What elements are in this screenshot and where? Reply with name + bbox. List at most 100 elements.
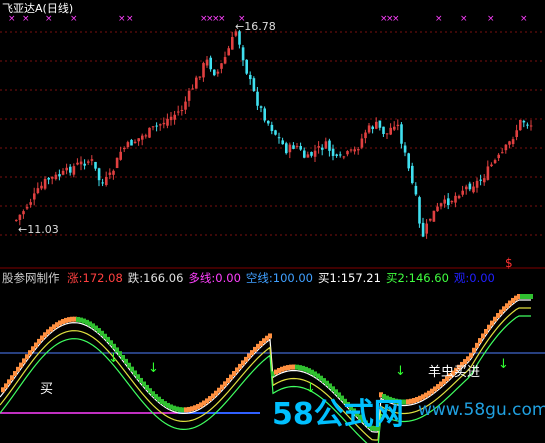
candle-body xyxy=(497,154,500,159)
candle-body xyxy=(209,57,212,70)
stock-name: 飞亚达A xyxy=(2,2,43,15)
candle-body xyxy=(43,178,47,189)
candle-body xyxy=(457,195,461,199)
indicator-item: 多线:0.00 xyxy=(188,271,241,285)
candle-body xyxy=(65,167,68,171)
candle-body xyxy=(256,91,259,106)
candle-body xyxy=(324,141,328,149)
candle-body xyxy=(213,69,216,76)
candle-body xyxy=(238,31,241,45)
candle-body xyxy=(144,135,148,137)
indicator-item: 买1:157.21 xyxy=(318,271,381,285)
signal-marker: $ xyxy=(505,256,513,270)
oscillator-block xyxy=(481,333,485,339)
candle-body xyxy=(123,147,126,150)
candle-body xyxy=(421,222,425,237)
oscillator-block xyxy=(529,294,533,299)
candle-body xyxy=(339,154,342,156)
down-arrow-icon: ↓ xyxy=(148,361,159,376)
candle-body xyxy=(36,188,40,194)
candle-body xyxy=(108,172,112,175)
candle-body xyxy=(396,124,400,127)
candle-body xyxy=(371,126,374,130)
candle-body xyxy=(349,149,353,151)
price-high-label: ←16.78 xyxy=(235,20,276,33)
candle-body xyxy=(306,154,310,158)
candle-body xyxy=(216,71,220,74)
candle-body xyxy=(227,48,230,56)
oscillator-block xyxy=(472,347,476,353)
candle-body xyxy=(141,135,144,140)
candle-body xyxy=(83,163,86,166)
indicator-item: 跌:166.06 xyxy=(127,271,184,285)
candle-body xyxy=(148,127,151,138)
indicator-item: 涨:172.08 xyxy=(67,271,123,285)
indicator-source: 股参网制作 xyxy=(2,271,60,285)
candle-body xyxy=(367,125,371,133)
oscillator-block xyxy=(475,342,479,348)
candle-body xyxy=(18,214,22,220)
candle-body xyxy=(303,150,306,158)
candle-body xyxy=(281,140,284,145)
candle-body xyxy=(418,197,421,224)
candle-body xyxy=(364,132,367,139)
oscillator-block xyxy=(469,352,473,358)
price-low-label: ←11.03 xyxy=(18,223,59,236)
candle-body xyxy=(508,141,511,145)
candle-body xyxy=(119,151,122,160)
oscillator-block xyxy=(484,328,488,334)
candle-body xyxy=(511,139,515,145)
candle-body xyxy=(195,77,198,89)
signal-x-marker: × xyxy=(460,14,468,24)
candle-body xyxy=(191,88,194,90)
candle-body xyxy=(461,190,464,195)
signal-x-marker: × xyxy=(435,14,443,24)
candle-body xyxy=(295,145,299,147)
candle-body xyxy=(475,180,479,188)
candle-body xyxy=(411,165,414,184)
candle-body xyxy=(15,219,18,221)
candle-body xyxy=(501,152,504,154)
candle-body xyxy=(72,166,76,175)
candle-body xyxy=(342,156,346,158)
candle-body xyxy=(205,59,209,66)
candle-body xyxy=(151,126,155,128)
candle-body xyxy=(58,174,61,177)
candle-body xyxy=(472,186,475,193)
candle-body xyxy=(321,147,324,150)
candle-body xyxy=(292,145,295,149)
candle-body xyxy=(400,124,403,144)
indicator-item: 空线:100.00 xyxy=(245,271,314,285)
candle-body xyxy=(245,59,248,74)
oscillator-block xyxy=(268,333,272,339)
candle-body xyxy=(252,78,256,92)
candle-body xyxy=(202,63,205,78)
candle-body xyxy=(526,124,529,126)
candle-body xyxy=(522,120,526,123)
signal-x-marker: × xyxy=(487,14,495,24)
candle-body xyxy=(90,159,94,161)
candle-body xyxy=(115,157,119,169)
candle-body xyxy=(54,174,58,180)
candle-body xyxy=(375,121,378,129)
oscillator-block xyxy=(478,338,482,344)
candle-body xyxy=(357,149,360,151)
candle-body xyxy=(439,203,443,207)
candle-body xyxy=(22,211,25,215)
candle-body xyxy=(29,202,32,205)
signal-x-marker: × xyxy=(8,14,16,24)
candle-body xyxy=(33,193,36,200)
candle-body xyxy=(313,150,317,157)
candle-body xyxy=(177,111,180,113)
candle-body xyxy=(529,125,533,127)
candle-body xyxy=(61,170,65,175)
candle-body xyxy=(40,185,43,189)
candle-body xyxy=(447,198,450,206)
buy-annotation: 买 xyxy=(40,382,54,397)
candle-body xyxy=(378,120,382,128)
candle-body xyxy=(385,133,389,135)
indicator-values: 涨:172.08 跌:166.06 多线:0.00 空线:100.00 买1:157.2… xyxy=(67,271,500,285)
candle-body xyxy=(393,126,396,130)
candle-body xyxy=(270,124,274,132)
candle-body xyxy=(69,166,72,173)
